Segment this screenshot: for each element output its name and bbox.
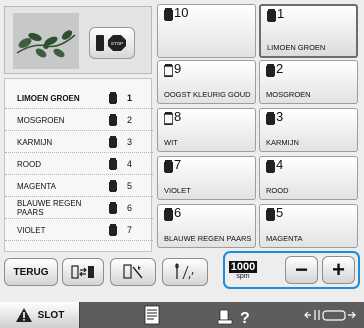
list-item-number: 6 [127, 203, 133, 213]
stop-icon-text: STOP [111, 41, 123, 46]
color-sequence-list: LIMOEN GROEN 1 MOSGROEN 2 KARMIJN 3 ROOD… [4, 78, 153, 252]
speed-increase-button[interactable]: + [322, 256, 355, 284]
list-item-4[interactable]: ROOD 4 [5, 153, 153, 175]
speed-value: 1000 [228, 261, 258, 273]
design-preview-panel: STOP [4, 6, 152, 74]
needle-number: 1 [277, 6, 285, 21]
list-item-7[interactable]: VIOLET 7 [5, 219, 153, 241]
needle-button-2[interactable]: 2 MOSGROEN [259, 60, 358, 104]
spool-icon [266, 64, 275, 77]
spool-icon [109, 224, 117, 236]
needle-button-4[interactable]: 4 ROOD [259, 156, 358, 200]
list-item-5[interactable]: MAGENTA 5 [5, 175, 153, 197]
lock-button-label: SLOT [37, 309, 65, 321]
spool-icon [164, 112, 173, 125]
spool-wand-icon [123, 264, 143, 279]
list-item-color-name: LIMOEN GROEN [17, 93, 80, 103]
needle-number: 9 [174, 61, 182, 76]
speed-unit: spm [236, 273, 250, 280]
list-item-number: 3 [127, 137, 133, 147]
needle-number: 2 [276, 61, 284, 76]
needle-color-name: LIMOEN GROEN [267, 43, 326, 52]
needle-button-10[interactable]: 10 [157, 4, 256, 58]
list-item-6[interactable]: BLAUWE REGEN PAARS 6 [5, 197, 153, 219]
speed-decrease-button[interactable]: − [285, 256, 318, 284]
list-item-color-name: KARMIJN [17, 137, 53, 147]
embroidery-color-screen: STOP LIMOEN GROEN 1 MOSGROEN 2 KARMIJN 3… [0, 0, 364, 328]
needle-setting-button[interactable] [162, 258, 208, 286]
needle-button-9[interactable]: 9 OOGST KLEURIG GOUD [157, 60, 256, 104]
needle-color-name: WIT [164, 138, 178, 147]
needle-number: 5 [276, 205, 284, 220]
needle-color-name: BLAUWE REGEN PAARS [164, 234, 252, 243]
thread-color-button[interactable] [110, 258, 156, 286]
needle-number: 4 [276, 157, 284, 172]
spool-icon [109, 202, 117, 214]
spool-icon [109, 114, 117, 126]
list-item-color-name: BLAUWE REGEN PAARS [17, 199, 82, 217]
needle-number: 3 [276, 109, 284, 124]
list-item-1[interactable]: LIMOEN GROEN 1 [5, 87, 153, 109]
needle-button-6[interactable]: 6 BLAUWE REGEN PAARS [157, 204, 256, 248]
spool-icon [164, 208, 173, 221]
list-item-number: 7 [127, 225, 133, 235]
list-item-color-name: VIOLET [17, 225, 46, 235]
document-button[interactable] [140, 302, 164, 328]
spool-icon [267, 9, 276, 22]
needle-color-name: KARMIJN [266, 138, 299, 147]
list-item-3[interactable]: KARMIJN 3 [5, 131, 153, 153]
svg-text:?: ? [240, 310, 250, 326]
needle-button-5[interactable]: 5 MAGENTA [259, 204, 358, 248]
spool-icon [266, 208, 275, 221]
list-item-number: 5 [127, 181, 133, 191]
needle-slash-icon [175, 263, 194, 280]
spool-icon [109, 180, 117, 192]
minus-icon: − [295, 257, 308, 282]
needle-color-name: ROOD [266, 186, 289, 195]
machine-help-icon: ? [217, 309, 250, 326]
embroidery-preview-image [13, 13, 79, 69]
warning-icon [15, 308, 32, 322]
color-swap-button[interactable] [62, 258, 104, 286]
back-button[interactable]: TERUG [4, 258, 58, 286]
list-item-2[interactable]: MOSGROEN 2 [5, 109, 153, 131]
needle-button-3[interactable]: 3 KARMIJN [259, 108, 358, 152]
needle-button-8[interactable]: 8 WIT [157, 108, 256, 152]
lock-button[interactable]: SLOT [0, 302, 80, 328]
needle-number: 8 [174, 109, 182, 124]
needle-color-name: MAGENTA [266, 234, 303, 243]
needle-button-1[interactable]: 1 LIMOEN GROEN [259, 4, 358, 58]
spool-icon [164, 8, 173, 21]
frame-move-button[interactable] [300, 302, 360, 328]
color-swap-icon [71, 265, 94, 279]
plus-icon: + [332, 257, 345, 282]
needle-number: 10 [174, 5, 189, 20]
list-item-color-name: MAGENTA [17, 181, 56, 191]
list-item-number: 2 [127, 115, 133, 125]
list-item-number: 1 [127, 93, 133, 103]
needle-color-name: VIOLET [164, 186, 191, 195]
needle-color-name: OOGST KLEURIG GOUD [164, 90, 251, 99]
spool-icon [109, 158, 117, 170]
spool-icon [164, 160, 173, 173]
frame-move-icon [304, 310, 356, 321]
needle-number: 7 [174, 157, 182, 172]
spool-icon [266, 160, 275, 173]
needle-button-7[interactable]: 7 VIOLET [157, 156, 256, 200]
list-item-color-name: ROOD [17, 159, 41, 169]
spool-icon [266, 112, 275, 125]
list-item-number: 4 [127, 159, 133, 169]
speed-display: 1000 spm [228, 258, 258, 284]
stop-icon: STOP [96, 35, 126, 51]
list-item-color-name: MOSGROEN [17, 115, 65, 125]
needle-color-name: MOSGROEN [266, 90, 311, 99]
spool-icon [109, 92, 117, 104]
spool-icon [109, 136, 117, 148]
help-button[interactable]: ? [214, 302, 254, 328]
stop-button[interactable]: STOP [89, 27, 135, 59]
spool-icon [164, 64, 173, 77]
document-icon [144, 305, 160, 325]
needle-number: 6 [174, 205, 182, 220]
back-button-label: TERUG [13, 266, 49, 278]
